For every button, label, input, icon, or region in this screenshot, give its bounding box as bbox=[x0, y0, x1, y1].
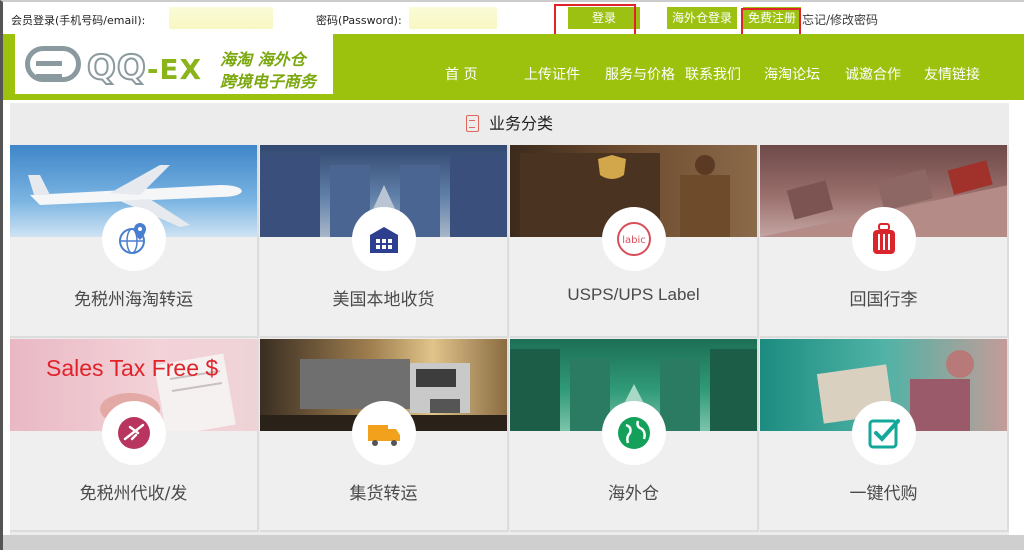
card-label: 美国本地收货 bbox=[332, 290, 435, 310]
card-us-local-receiving[interactable]: 美国本地收货 bbox=[260, 145, 509, 338]
nav-home[interactable]: 首 页 bbox=[445, 64, 477, 84]
nav-contact[interactable]: 联系我们 bbox=[685, 64, 741, 84]
page: 会员登录(手机号码/email): 密码(Password): 登录 海外仓登录… bbox=[0, 0, 1024, 550]
login-bar: 会员登录(手机号码/email): 密码(Password): 登录 海外仓登录… bbox=[3, 2, 1024, 44]
card-label: 回国行李 bbox=[849, 290, 918, 310]
logo-mark-icon bbox=[25, 46, 81, 82]
sales-tax-free-overlay: Sales Tax Free $ bbox=[46, 355, 219, 381]
nav-services-pricing[interactable]: 服务与价格 bbox=[605, 64, 675, 84]
forgot-password-link[interactable]: 忘记/修改密码 bbox=[802, 11, 878, 28]
business-section: 业务分类 免税州海淘转运 美国本地收货 labic USPS/UPS Label… bbox=[10, 103, 1009, 535]
warehouse-login-button[interactable]: 海外仓登录 bbox=[667, 7, 737, 29]
globe-pin-icon bbox=[102, 207, 166, 271]
card-usps-ups-label[interactable]: labic USPS/UPS Label bbox=[510, 145, 759, 338]
slogan-line2: 跨境电子商务 bbox=[220, 72, 317, 91]
card-luggage-home[interactable]: 回国行李 bbox=[760, 145, 1009, 338]
card-label: 免税州代收/发 bbox=[79, 484, 188, 504]
globe-icon bbox=[602, 401, 666, 465]
card-tax-free-collect-ship[interactable]: Sales Tax Free $ 免税州代收/发 bbox=[10, 339, 259, 532]
label-badge-text: labic bbox=[622, 235, 646, 246]
site-header: QQ-EX 海淘 海外仓 跨境电子商务 首 页 上传证件 服务与价格 联系我们 … bbox=[3, 34, 1024, 100]
card-consolidation[interactable]: 集货转运 bbox=[260, 339, 509, 532]
nav-cooperation[interactable]: 诚邀合作 bbox=[845, 64, 901, 84]
password-input[interactable] bbox=[409, 7, 497, 29]
checkbox-icon bbox=[852, 401, 916, 465]
member-login-label: 会员登录(手机号码/email): bbox=[11, 14, 146, 27]
document-icon bbox=[465, 115, 479, 132]
label-badge-icon: labic bbox=[602, 207, 666, 271]
suitcase-icon bbox=[852, 207, 916, 271]
nav-forum[interactable]: 海淘论坛 bbox=[764, 64, 820, 84]
card-label: 一键代购 bbox=[849, 484, 918, 504]
footer-strip bbox=[3, 535, 1024, 550]
card-tax-free-forwarding[interactable]: 免税州海淘转运 bbox=[10, 145, 259, 338]
truck-icon bbox=[352, 401, 416, 465]
section-title: 业务分类 bbox=[10, 103, 1009, 145]
brand-ex: -EX bbox=[146, 53, 203, 86]
username-input[interactable] bbox=[169, 7, 273, 29]
card-overseas-warehouse[interactable]: 海外仓 bbox=[510, 339, 759, 532]
airplane-icon bbox=[102, 401, 166, 465]
brand-main: QQ bbox=[86, 47, 147, 89]
nav-links[interactable]: 友情链接 bbox=[924, 64, 980, 84]
password-label: 密码(Password): bbox=[316, 14, 402, 27]
card-label: 免税州海淘转运 bbox=[74, 290, 193, 310]
warehouse-icon bbox=[352, 207, 416, 271]
card-one-click-purchase[interactable]: 一键代购 bbox=[760, 339, 1009, 532]
slogan-line1: 海淘 海外仓 bbox=[220, 50, 306, 69]
card-label: USPS/UPS Label bbox=[567, 285, 700, 304]
nav-upload-id[interactable]: 上传证件 bbox=[524, 64, 580, 84]
card-label: 集货转运 bbox=[349, 484, 418, 504]
logo-brand: QQ-EX bbox=[86, 47, 203, 89]
logo[interactable]: QQ-EX 海淘 海外仓 跨境电子商务 bbox=[15, 34, 333, 94]
card-label: 海外仓 bbox=[608, 484, 659, 504]
section-title-text: 业务分类 bbox=[488, 114, 553, 133]
